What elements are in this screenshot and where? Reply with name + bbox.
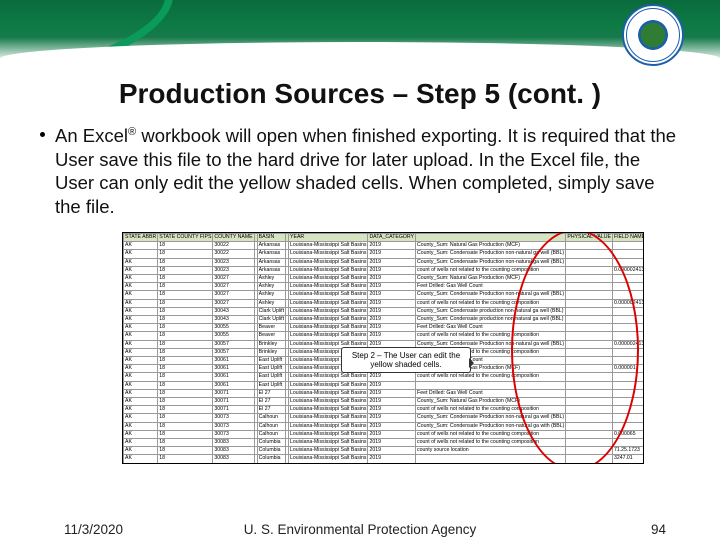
body-text: An Excel® workbook will open when finish…: [40, 124, 684, 219]
table-row: AK1830071El 27Louisiana-Mississippi Salt…: [124, 406, 645, 414]
table-row: AK1830043Clark UpliftLouisiana-Mississip…: [124, 316, 645, 324]
swoosh-decoration: [0, 0, 185, 62]
table-row: AK1830055BeaverLouisiana-Mississippi Sal…: [124, 324, 645, 332]
bullet-suffix: workbook will open when finished exporti…: [55, 125, 676, 217]
registered-mark: ®: [128, 126, 136, 138]
col-header: YEAR: [289, 234, 368, 242]
table-row: AK1830027AshleyLouisiana-Mississippi Sal…: [124, 283, 645, 291]
bullet-prefix: An Excel: [55, 125, 128, 146]
col-header: PHYSICAL VALUE: [566, 234, 613, 242]
col-header: [416, 234, 566, 242]
col-header: COUNTY NAME: [213, 234, 254, 242]
callout-box: Step 2 – The User can edit the yellow sh…: [341, 347, 471, 373]
col-header: STATE ABBR: [124, 234, 158, 242]
table-row: AK1830083ColumbiaLouisiana-Mississippi S…: [124, 447, 645, 455]
table-row: AK1830061East UpliftLouisiana-Mississipp…: [124, 381, 645, 389]
footer-page-number: 94: [651, 522, 666, 537]
footer-org: U. S. Environmental Protection Agency: [0, 522, 720, 537]
excel-screenshot: Step 2 – The User can edit the yellow sh…: [122, 232, 644, 464]
callout-text: Step 2 – The User can edit the yellow sh…: [352, 351, 460, 369]
table-row: AK1830043Clark UpliftLouisiana-Mississip…: [124, 307, 645, 315]
bullet-item: An Excel® workbook will open when finish…: [40, 124, 684, 219]
table-row: AK1830083ColumbiaLouisiana-Mississippi S…: [124, 463, 645, 464]
col-header: STATE COUNTY FIPS: [158, 234, 213, 242]
table-row: AK1830083ColumbiaLouisiana-Mississippi S…: [124, 439, 645, 447]
table-row: AK1830023ArkansasLouisiana-Mississippi S…: [124, 258, 645, 266]
header-banner: [0, 0, 720, 62]
table-row: AK1830027AshleyLouisiana-Mississippi Sal…: [124, 299, 645, 307]
table-row: AK1830061East UpliftLouisiana-Mississipp…: [124, 373, 645, 381]
table-row: AK1830022ArkansasLouisiana-Mississippi S…: [124, 250, 645, 258]
col-header: BASIN: [257, 234, 285, 242]
col-header: DATA_CATEGORY: [368, 234, 416, 242]
table-row: AK1830027AshleyLouisiana-Mississippi Sal…: [124, 275, 645, 283]
epa-seal-icon: [622, 4, 684, 66]
table-row: AK1830073CalhounLouisiana-Mississippi Sa…: [124, 414, 645, 422]
table-row: AK1830073CalhounLouisiana-Mississippi Sa…: [124, 422, 645, 430]
table-row: AK1830071El 27Louisiana-Mississippi Salt…: [124, 398, 645, 406]
slide: Production Sources – Step 5 (cont. ) An …: [0, 0, 720, 540]
table-row: AK1830023ArkansasLouisiana-Mississippi S…: [124, 266, 645, 274]
col-header: FIELD NAME: [612, 234, 644, 242]
table-row: AK1830083ColumbiaLouisiana-Mississippi S…: [124, 455, 645, 463]
table-row: AK1830071El 27Louisiana-Mississippi Salt…: [124, 389, 645, 397]
bullet-text: An Excel® workbook will open when finish…: [55, 124, 684, 219]
table-row: AK1830055BeaverLouisiana-Mississippi Sal…: [124, 332, 645, 340]
table-row: AK1830073CalhounLouisiana-Mississippi Sa…: [124, 430, 645, 438]
table-row: AK1830022ArkansasLouisiana-Mississippi S…: [124, 242, 645, 250]
table-row: AK1830027AshleyLouisiana-Mississippi Sal…: [124, 291, 645, 299]
page-title: Production Sources – Step 5 (cont. ): [0, 78, 720, 110]
bullet-dot-icon: [40, 132, 45, 137]
